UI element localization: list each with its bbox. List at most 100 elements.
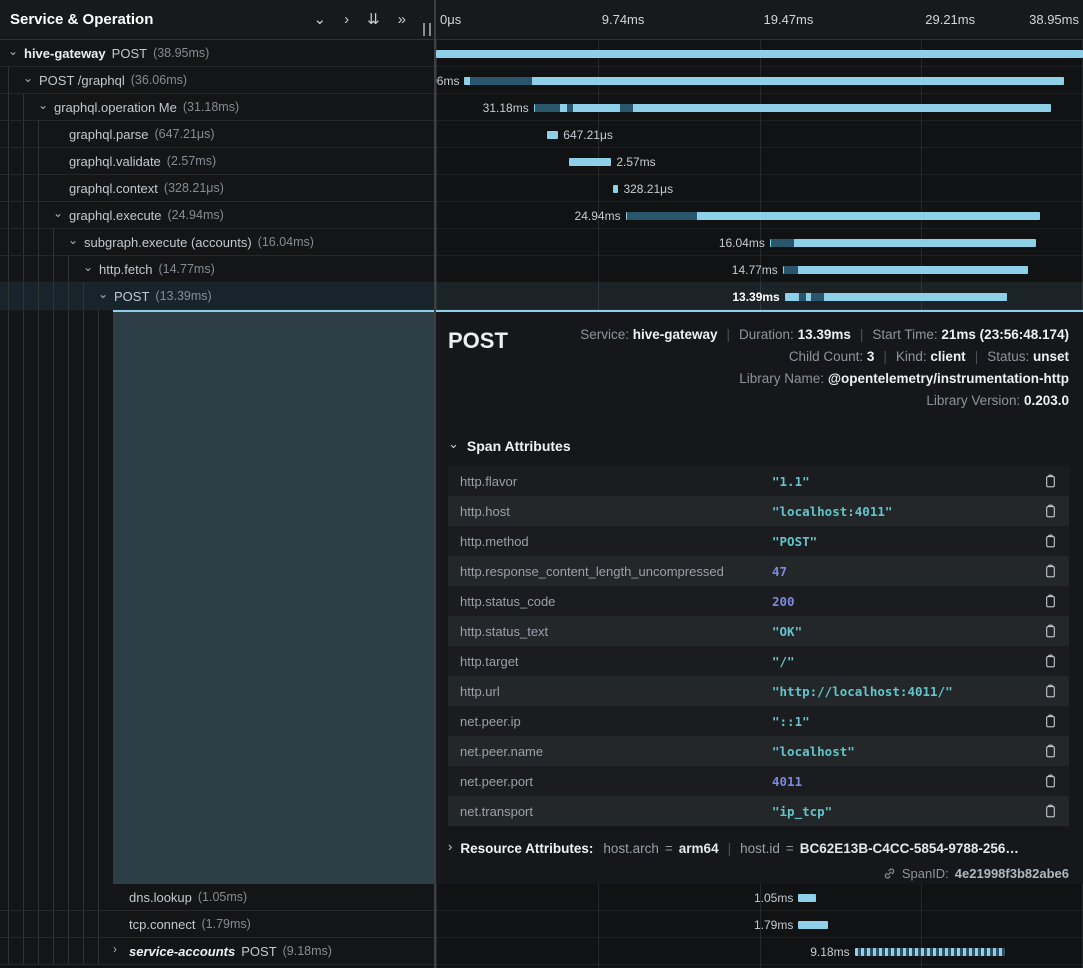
chevron-down-icon[interactable]: ⌄ [314,12,327,27]
span-operation-name: graphql.execute [69,208,162,223]
chevron-down-icon[interactable]: ⌄ [98,287,114,301]
span-tree-row[interactable]: graphql.parse(647.21μs) [0,121,434,148]
span-operation-name: POST /graphql [39,73,125,88]
span-tree-row[interactable]: ⌄http.fetch(14.77ms) [0,256,434,283]
span-timeline-row[interactable]: 9.18ms [436,938,1083,965]
copy-icon[interactable] [1044,804,1057,818]
span-timeline-row[interactable]: 36.06ms [436,67,1083,94]
attribute-value: "http://localhost:4011/" [772,684,1044,699]
span-bar[interactable] [798,894,815,902]
separator: | [883,349,887,364]
span-tree-row[interactable]: graphql.context(328.21μs) [0,175,434,202]
span-bar-segment [784,266,798,274]
span-duration-label: 647.21μs [563,128,613,142]
span-bar[interactable] [855,948,1005,956]
separator: | [727,327,731,342]
chevron-down-icon[interactable]: ⌄ [68,233,84,247]
copy-icon[interactable] [1044,624,1057,638]
resource-value: BC62E13B-C4CC-5854-9788-256… [800,841,1019,856]
attribute-row: http.flavor"1.1" [448,466,1069,496]
link-icon[interactable] [883,867,896,880]
chevron-down-icon[interactable]: ⌄ [38,98,54,112]
double-chevron-right-icon[interactable]: » [398,12,406,27]
span-tree-row[interactable]: ⌄POST /graphql(36.06ms) [0,67,434,94]
span-timeline-row[interactable]: 31.18ms [436,94,1083,121]
resource-attributes-row[interactable]: › Resource Attributes: host.arch=arm64|h… [448,838,1069,858]
span-bar[interactable] [770,239,1037,247]
indent-guides [8,202,53,228]
span-bar-segment [811,293,823,301]
chevron-right-icon[interactable]: › [113,942,129,956]
span-bar-segment [470,77,532,85]
span-timeline-row[interactable]: 24.94ms [436,202,1083,229]
span-duration-label: 9.18ms [810,945,849,959]
attribute-row: http.host"localhost:4011" [448,496,1069,526]
meta-label: Kind: [896,349,931,364]
attributes-table: http.flavor"1.1"http.host"localhost:4011… [448,466,1069,826]
copy-icon[interactable] [1044,774,1057,788]
double-chevron-down-icon[interactable]: ⇊ [367,12,380,27]
span-timeline-row[interactable]: 38.95ms [436,40,1083,67]
span-bar[interactable] [547,131,558,139]
copy-icon[interactable] [1044,654,1057,668]
span-tree-row[interactable]: ⌄graphql.execute(24.94ms) [0,202,434,229]
attribute-row: net.peer.ip"::1" [448,706,1069,736]
detail-meta-line: Library Name: @opentelemetry/instrumenta… [580,368,1069,390]
span-operation-name: dns.lookup [129,890,192,905]
resource-key: host.arch [603,841,659,856]
span-bar-segment [620,104,633,112]
span-timeline-row[interactable]: 328.21μs [436,175,1083,202]
span-bar[interactable] [534,104,1052,112]
span-tree-row[interactable]: ⌄POST(13.39ms) [0,283,434,310]
copy-icon[interactable] [1044,534,1057,548]
meta-label: Library Name: [739,371,828,386]
span-tree-row[interactable]: dns.lookup(1.05ms) [0,884,434,911]
span-timeline-row[interactable]: 16.04ms [436,229,1083,256]
chevron-down-icon[interactable]: ⌄ [83,260,99,274]
selected-span-expansion [0,310,434,884]
attribute-key: http.flavor [460,474,772,489]
copy-icon[interactable] [1044,714,1057,728]
span-bar[interactable] [783,266,1028,274]
copy-icon[interactable] [1044,564,1057,578]
chevron-down-icon[interactable]: ⌄ [23,71,39,85]
copy-icon[interactable] [1044,474,1057,488]
equals-sign: = [786,841,794,856]
chevron-down-icon[interactable]: ⌄ [53,206,69,220]
meta-value: unset [1033,349,1069,364]
span-bar[interactable] [436,50,1083,58]
span-tree-row[interactable]: ⌄hive-gatewayPOST(38.95ms) [0,40,434,67]
attribute-row: http.status_text"OK" [448,616,1069,646]
span-bar[interactable] [464,77,1063,85]
copy-icon[interactable] [1044,684,1057,698]
span-tree-row[interactable]: ⌄graphql.operation Me(31.18ms) [0,94,434,121]
span-timeline-row[interactable]: 13.39ms [436,283,1083,310]
span-timeline-row[interactable]: 1.05ms [436,884,1083,911]
meta-label: Service: [580,327,633,342]
span-bar[interactable] [569,158,612,166]
span-timeline-row[interactable]: 2.57ms [436,148,1083,175]
span-tree-row[interactable]: ⌄subgraph.execute (accounts)(16.04ms) [0,229,434,256]
span-bar[interactable] [798,921,828,929]
splitter-grip-icon[interactable] [423,23,431,36]
tree-rows-bottom: dns.lookup(1.05ms)tcp.connect(1.79ms)›se… [0,884,434,965]
span-tree-row[interactable]: graphql.validate(2.57ms) [0,148,434,175]
chevron-down-icon[interactable]: ⌄ [8,44,24,58]
separator: | [975,349,979,364]
span-duration-text: (2.57ms) [167,154,216,168]
span-timeline-row[interactable]: 14.77ms [436,256,1083,283]
resource-attributes-title: Resource Attributes: [460,841,593,856]
copy-icon[interactable] [1044,594,1057,608]
chevron-right-icon[interactable]: › [344,12,349,27]
copy-icon[interactable] [1044,504,1057,518]
span-duration-text: (647.21μs) [155,127,215,141]
span-timeline-row[interactable]: 647.21μs [436,121,1083,148]
attribute-value: "localhost" [772,744,1044,759]
span-tree-row[interactable]: tcp.connect(1.79ms) [0,911,434,938]
span-bar[interactable] [613,185,619,193]
timeline-panel: 0μs9.74ms19.47ms29.21ms38.95ms 38.95ms36… [436,0,1083,968]
copy-icon[interactable] [1044,744,1057,758]
span-tree-row[interactable]: ›service-accountsPOST(9.18ms) [0,938,434,965]
span-timeline-row[interactable]: 1.79ms [436,911,1083,938]
span-attributes-header[interactable]: ⌄ Span Attributes [448,436,1069,456]
